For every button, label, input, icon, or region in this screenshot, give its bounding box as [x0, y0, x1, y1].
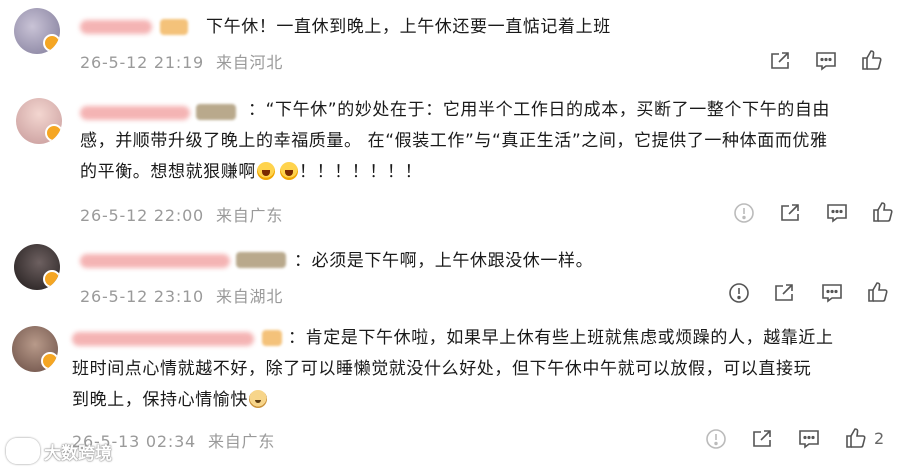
- verified-badge-icon: [45, 124, 62, 142]
- comment-icon[interactable]: [814, 49, 838, 73]
- comment-text: 感，并顺带升级了晚上的幸福质量。 在“假装工作”与“真正生活”之间，它提供了一种…: [80, 131, 828, 151]
- eye-logo-icon: [6, 438, 40, 464]
- comment-meta: 26-5-12 22:00 来自广东: [80, 202, 283, 226]
- comment-text: ：必须是下午啊，上午休跟没休一样。: [294, 251, 594, 271]
- laughing-face-emoji: [280, 162, 298, 180]
- comment-meta: 26-5-12 21:19 来自河北: [80, 49, 283, 73]
- comment-item: 下午休！一直休到晚上，上午休还要一直惦记着上班 26-5-12 21:19 来自…: [0, 0, 900, 80]
- comment-text: ：肯定是下午休啦，如果早上休有些上班就焦虑或烦躁的人，越靠近上: [288, 328, 834, 348]
- comment-location: 来自广东: [207, 432, 276, 451]
- avatar[interactable]: [16, 98, 62, 144]
- share-icon[interactable]: [778, 201, 802, 225]
- comment-location: 来自河北: [215, 53, 284, 72]
- report-icon[interactable]: [704, 427, 728, 451]
- comment-location: 来自湖北: [215, 287, 284, 306]
- report-icon[interactable]: [727, 281, 751, 305]
- comment-meta: 26-5-12 23:10 来自湖北: [80, 283, 283, 307]
- fan-medal-icon: [160, 19, 188, 35]
- comment-text: ：“下午休”的妙处在于：它用半个工作日的成本，买断了一整个下午的自由: [248, 100, 831, 120]
- watermark: 大数跨境: [6, 438, 112, 464]
- watermark-text: 大数跨境: [44, 443, 112, 464]
- like-icon[interactable]: [866, 280, 890, 304]
- comment-item: ：“下午休”的妙处在于：它用半个工作日的成本，买断了一整个下午的自由 感，并顺带…: [0, 88, 900, 228]
- comment-text: 下午休！一直休到晚上，上午休还要一直惦记着上班: [206, 17, 611, 37]
- verified-badge-icon: [43, 34, 60, 52]
- username[interactable]: [80, 20, 152, 34]
- avatar[interactable]: [14, 8, 60, 54]
- comment-icon[interactable]: [825, 201, 849, 225]
- username[interactable]: [80, 254, 230, 268]
- dog-face-emoji: [249, 390, 267, 408]
- share-icon[interactable]: [768, 49, 792, 73]
- like-icon[interactable]: [860, 48, 884, 72]
- comment-text: 的平衡。想想就狠赚啊！！！！！！！: [80, 162, 423, 182]
- comment-text: 班时间点心情就越不好，除了可以睡懒觉就没什么好处，但下午休中午就可以放假，可以直…: [72, 359, 812, 379]
- share-icon[interactable]: [772, 281, 796, 305]
- comment-item: ：必须是下午啊，上午休跟没休一样。 26-5-12 23:10 来自湖北: [0, 236, 900, 314]
- avatar[interactable]: [12, 326, 58, 372]
- verified-badge-icon: [43, 270, 60, 288]
- avatar[interactable]: [14, 244, 60, 290]
- verified-badge-icon: [41, 352, 58, 370]
- username[interactable]: [72, 332, 254, 346]
- comment-date: 26-5-12 21:19: [80, 53, 205, 72]
- laughing-face-emoji: [257, 162, 275, 180]
- like-icon[interactable]: [844, 426, 868, 450]
- like-count: 2: [874, 429, 885, 448]
- comment-icon[interactable]: [797, 427, 821, 451]
- comment-location: 来自广东: [215, 206, 284, 225]
- share-icon[interactable]: [750, 427, 774, 451]
- comment-date: 26-5-12 22:00: [80, 206, 205, 225]
- fan-medal-icon: [196, 104, 236, 120]
- comment-icon[interactable]: [820, 281, 844, 305]
- report-icon[interactable]: [732, 201, 756, 225]
- like-icon[interactable]: [871, 200, 895, 224]
- fan-medal-icon: [236, 252, 286, 268]
- comment-date: 26-5-12 23:10: [80, 287, 205, 306]
- comment-item: ：肯定是下午休啦，如果早上休有些上班就焦虑或烦躁的人，越靠近上 班时间点心情就越…: [0, 318, 900, 468]
- username[interactable]: [80, 106, 190, 120]
- comment-text: 到晚上，保持心情愉快: [72, 385, 268, 416]
- fan-medal-icon: [262, 330, 282, 346]
